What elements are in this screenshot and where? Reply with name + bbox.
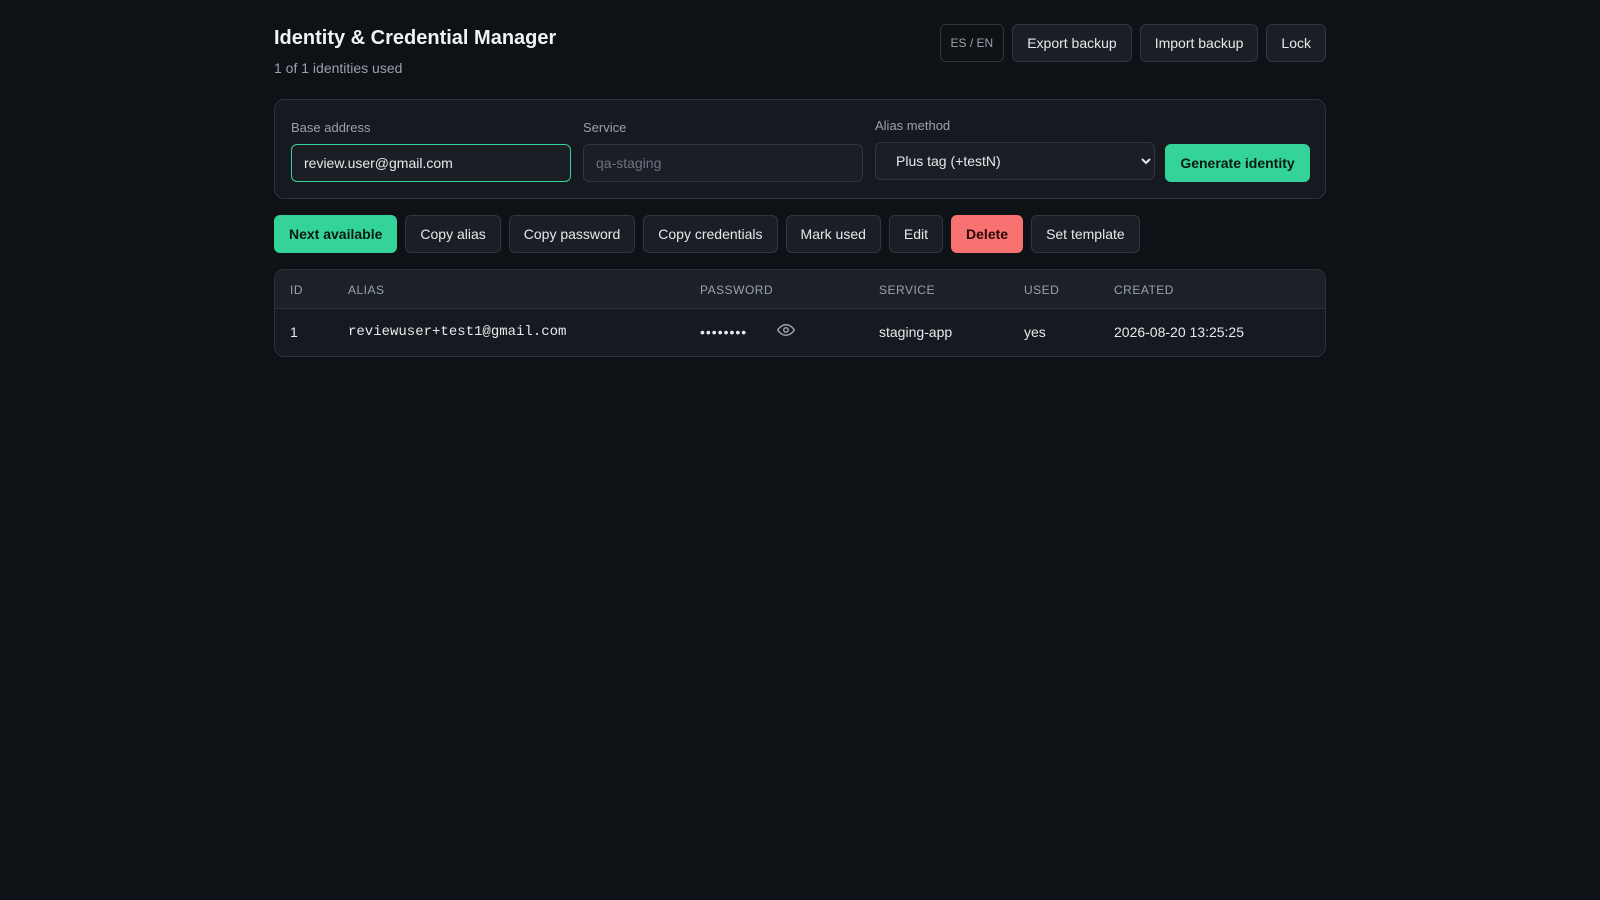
column-header-used[interactable]: USED — [1024, 283, 1059, 297]
page-header: Identity & Credential Manager 1 of 1 ide… — [274, 0, 1326, 99]
app-container: Identity & Credential Manager 1 of 1 ide… — [274, 0, 1326, 357]
language-toggle-button[interactable]: ES / EN — [939, 24, 1005, 62]
column-header-service[interactable]: SERVICE — [879, 283, 935, 297]
edit-button[interactable]: Edit — [888, 215, 944, 253]
alias-method-label: Alias method — [875, 118, 951, 133]
generate-identity-button[interactable]: Generate identity — [1165, 144, 1310, 182]
import-backup-button[interactable]: Import backup — [1139, 24, 1259, 62]
column-header-password[interactable]: PASSWORD — [700, 283, 773, 297]
alias-method-select[interactable]: Plus tag (+testN) — [875, 142, 1155, 180]
set-template-button[interactable]: Set template — [1031, 215, 1140, 253]
base-address-input[interactable] — [291, 144, 571, 182]
column-header-alias[interactable]: ALIAS — [348, 283, 385, 297]
identities-table: ID ALIAS PASSWORD SERVICE USED CREATED 1… — [274, 269, 1326, 357]
cell-id: 1 — [290, 324, 298, 340]
table-header: ID ALIAS PASSWORD SERVICE USED CREATED — [275, 270, 1325, 309]
cell-service: staging-app — [879, 324, 953, 340]
cell-created: 2026-08-20 13:25:25 — [1114, 324, 1244, 340]
mark-used-button[interactable]: Mark used — [785, 215, 881, 253]
copy-credentials-button[interactable]: Copy credentials — [643, 215, 778, 253]
delete-button[interactable]: Delete — [951, 215, 1024, 253]
lock-button[interactable]: Lock — [1266, 24, 1326, 62]
cell-password-masked: •••••••• — [700, 324, 748, 340]
identity-actions-toolbar: Next available Copy alias Copy password … — [274, 215, 1140, 253]
next-available-button[interactable]: Next available — [274, 215, 398, 253]
eye-icon[interactable] — [777, 321, 795, 339]
page-title: Identity & Credential Manager — [274, 27, 557, 49]
copy-alias-button[interactable]: Copy alias — [405, 215, 501, 253]
base-address-label: Base address — [291, 120, 371, 135]
usage-summary: 1 of 1 identities used — [274, 60, 403, 76]
copy-password-button[interactable]: Copy password — [508, 215, 636, 253]
column-header-created[interactable]: CREATED — [1114, 283, 1174, 297]
cell-used: yes — [1024, 324, 1046, 340]
service-input[interactable] — [583, 144, 863, 182]
identity-generator-form: Base address Service Alias method Plus t… — [274, 99, 1326, 199]
column-header-id[interactable]: ID — [290, 283, 303, 297]
table-row[interactable]: 1 reviewuser+test1@gmail.com •••••••• st… — [275, 309, 1325, 356]
cell-alias: reviewuser+test1@gmail.com — [348, 324, 567, 340]
header-actions: ES / EN Export backup Import backup Lock — [939, 24, 1326, 62]
export-backup-button[interactable]: Export backup — [1012, 24, 1132, 62]
service-label: Service — [583, 120, 627, 135]
